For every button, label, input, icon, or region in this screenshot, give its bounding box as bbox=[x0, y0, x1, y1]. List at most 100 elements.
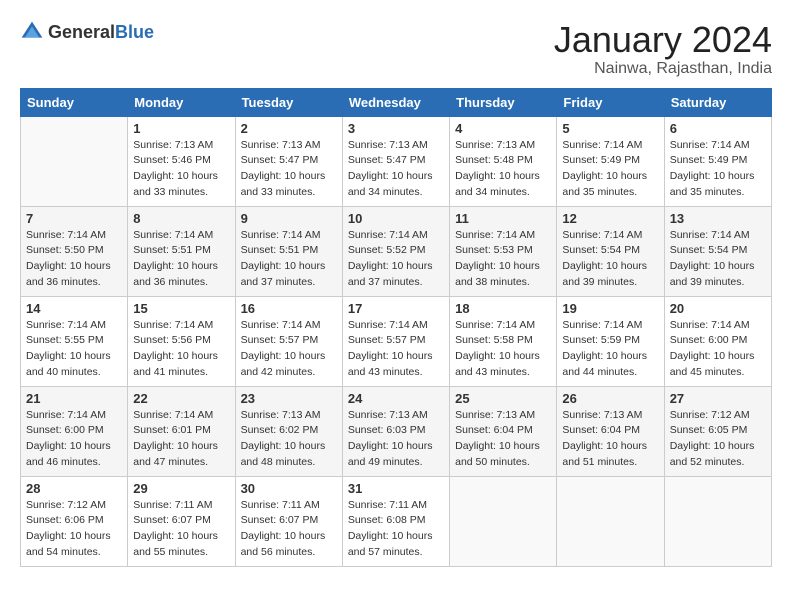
day-info: Sunrise: 7:14 AM Sunset: 5:54 PM Dayligh… bbox=[670, 228, 766, 291]
day-info: Sunrise: 7:14 AM Sunset: 5:49 PM Dayligh… bbox=[670, 138, 766, 201]
day-number: 7 bbox=[26, 211, 122, 226]
day-info: Sunrise: 7:14 AM Sunset: 5:52 PM Dayligh… bbox=[348, 228, 444, 291]
day-number: 28 bbox=[26, 481, 122, 496]
day-info: Sunrise: 7:14 AM Sunset: 5:57 PM Dayligh… bbox=[348, 318, 444, 381]
day-info: Sunrise: 7:14 AM Sunset: 5:59 PM Dayligh… bbox=[562, 318, 658, 381]
day-header-sunday: Sunday bbox=[21, 88, 128, 116]
calendar-cell: 17 Sunrise: 7:14 AM Sunset: 5:57 PM Dayli… bbox=[342, 296, 449, 386]
calendar-cell: 11Sunrise: 7:14 AM Sunset: 5:53 PM Dayli… bbox=[450, 206, 557, 296]
day-number: 22 bbox=[133, 391, 229, 406]
calendar-cell: 5 Sunrise: 7:14 AM Sunset: 5:49 PM Daylig… bbox=[557, 116, 664, 206]
day-info: Sunrise: 7:13 AM Sunset: 6:03 PM Dayligh… bbox=[348, 408, 444, 471]
day-info: Sunrise: 7:14 AM Sunset: 5:56 PM Dayligh… bbox=[133, 318, 229, 381]
day-number: 13 bbox=[670, 211, 766, 226]
day-info: Sunrise: 7:13 AM Sunset: 5:47 PM Dayligh… bbox=[241, 138, 337, 201]
day-number: 18 bbox=[455, 301, 551, 316]
day-number: 31 bbox=[348, 481, 444, 496]
day-number: 26 bbox=[562, 391, 658, 406]
day-info: Sunrise: 7:14 AM Sunset: 6:00 PM Dayligh… bbox=[670, 318, 766, 381]
calendar-cell: 7 Sunrise: 7:14 AM Sunset: 5:50 PM Daylig… bbox=[21, 206, 128, 296]
calendar-cell: 26 Sunrise: 7:13 AM Sunset: 6:04 PM Dayli… bbox=[557, 386, 664, 476]
calendar-cell: 18 Sunrise: 7:14 AM Sunset: 5:58 PM Dayli… bbox=[450, 296, 557, 386]
day-number: 12 bbox=[562, 211, 658, 226]
day-number: 5 bbox=[562, 121, 658, 136]
day-info: Sunrise: 7:11 AM Sunset: 6:07 PM Dayligh… bbox=[241, 498, 337, 561]
day-number: 16 bbox=[241, 301, 337, 316]
day-number: 9 bbox=[241, 211, 337, 226]
calendar-week-2: 7 Sunrise: 7:14 AM Sunset: 5:50 PM Daylig… bbox=[21, 206, 772, 296]
day-header-saturday: Saturday bbox=[664, 88, 771, 116]
calendar-cell: 19 Sunrise: 7:14 AM Sunset: 5:59 PM Dayli… bbox=[557, 296, 664, 386]
calendar-cell: 8 Sunrise: 7:14 AM Sunset: 5:51 PM Daylig… bbox=[128, 206, 235, 296]
calendar-cell: 25 Sunrise: 7:13 AM Sunset: 6:04 PM Dayli… bbox=[450, 386, 557, 476]
calendar-cell: 27Sunrise: 7:12 AM Sunset: 6:05 PM Dayli… bbox=[664, 386, 771, 476]
day-header-tuesday: Tuesday bbox=[235, 88, 342, 116]
calendar-header-row: SundayMondayTuesdayWednesdayThursdayFrid… bbox=[21, 88, 772, 116]
calendar-cell bbox=[557, 476, 664, 566]
calendar-cell: 21 Sunrise: 7:14 AM Sunset: 6:00 PM Dayli… bbox=[21, 386, 128, 476]
day-number: 15 bbox=[133, 301, 229, 316]
day-header-friday: Friday bbox=[557, 88, 664, 116]
calendar-cell: 20 Sunrise: 7:14 AM Sunset: 6:00 PM Dayli… bbox=[664, 296, 771, 386]
day-number: 21 bbox=[26, 391, 122, 406]
day-info: Sunrise: 7:12 AM Sunset: 6:06 PM Dayligh… bbox=[26, 498, 122, 561]
day-info: Sunrise: 7:13 AM Sunset: 5:46 PM Dayligh… bbox=[133, 138, 229, 201]
day-info: Sunrise: 7:13 AM Sunset: 6:04 PM Dayligh… bbox=[455, 408, 551, 471]
day-info: Sunrise: 7:14 AM Sunset: 6:00 PM Dayligh… bbox=[26, 408, 122, 471]
calendar-cell bbox=[664, 476, 771, 566]
month-title: January 2024 bbox=[554, 20, 772, 60]
day-number: 17 bbox=[348, 301, 444, 316]
day-number: 3 bbox=[348, 121, 444, 136]
calendar-cell: 12Sunrise: 7:14 AM Sunset: 5:54 PM Dayli… bbox=[557, 206, 664, 296]
calendar-cell: 29 Sunrise: 7:11 AM Sunset: 6:07 PM Dayli… bbox=[128, 476, 235, 566]
day-number: 1 bbox=[133, 121, 229, 136]
day-header-wednesday: Wednesday bbox=[342, 88, 449, 116]
day-number: 23 bbox=[241, 391, 337, 406]
day-number: 25 bbox=[455, 391, 551, 406]
day-number: 30 bbox=[241, 481, 337, 496]
day-info: Sunrise: 7:13 AM Sunset: 5:48 PM Dayligh… bbox=[455, 138, 551, 201]
calendar-cell: 31Sunrise: 7:11 AM Sunset: 6:08 PM Dayli… bbox=[342, 476, 449, 566]
calendar-cell: 6 Sunrise: 7:14 AM Sunset: 5:49 PM Daylig… bbox=[664, 116, 771, 206]
calendar-cell: 14 Sunrise: 7:14 AM Sunset: 5:55 PM Dayli… bbox=[21, 296, 128, 386]
day-info: Sunrise: 7:13 AM Sunset: 6:02 PM Dayligh… bbox=[241, 408, 337, 471]
page-header: GeneralBlue January 2024 Nainwa, Rajasth… bbox=[20, 20, 772, 78]
day-number: 29 bbox=[133, 481, 229, 496]
day-info: Sunrise: 7:14 AM Sunset: 5:51 PM Dayligh… bbox=[133, 228, 229, 291]
day-number: 20 bbox=[670, 301, 766, 316]
day-header-monday: Monday bbox=[128, 88, 235, 116]
logo-text-blue: Blue bbox=[115, 22, 154, 42]
day-info: Sunrise: 7:11 AM Sunset: 6:07 PM Dayligh… bbox=[133, 498, 229, 561]
day-header-thursday: Thursday bbox=[450, 88, 557, 116]
day-number: 14 bbox=[26, 301, 122, 316]
calendar-cell: 10 Sunrise: 7:14 AM Sunset: 5:52 PM Dayli… bbox=[342, 206, 449, 296]
day-info: Sunrise: 7:14 AM Sunset: 5:58 PM Dayligh… bbox=[455, 318, 551, 381]
day-info: Sunrise: 7:14 AM Sunset: 5:55 PM Dayligh… bbox=[26, 318, 122, 381]
day-number: 10 bbox=[348, 211, 444, 226]
day-number: 8 bbox=[133, 211, 229, 226]
day-info: Sunrise: 7:14 AM Sunset: 5:53 PM Dayligh… bbox=[455, 228, 551, 291]
calendar-cell: 30 Sunrise: 7:11 AM Sunset: 6:07 PM Dayli… bbox=[235, 476, 342, 566]
day-info: Sunrise: 7:14 AM Sunset: 5:51 PM Dayligh… bbox=[241, 228, 337, 291]
day-number: 6 bbox=[670, 121, 766, 136]
calendar-table: SundayMondayTuesdayWednesdayThursdayFrid… bbox=[20, 88, 772, 567]
calendar-cell: 13 Sunrise: 7:14 AM Sunset: 5:54 PM Dayli… bbox=[664, 206, 771, 296]
location-title: Nainwa, Rajasthan, India bbox=[554, 60, 772, 78]
day-info: Sunrise: 7:13 AM Sunset: 6:04 PM Dayligh… bbox=[562, 408, 658, 471]
calendar-week-1: 1 Sunrise: 7:13 AM Sunset: 5:46 PM Daylig… bbox=[21, 116, 772, 206]
calendar-cell: 4Sunrise: 7:13 AM Sunset: 5:48 PM Daylig… bbox=[450, 116, 557, 206]
day-info: Sunrise: 7:14 AM Sunset: 5:57 PM Dayligh… bbox=[241, 318, 337, 381]
calendar-week-3: 14 Sunrise: 7:14 AM Sunset: 5:55 PM Dayli… bbox=[21, 296, 772, 386]
calendar-cell: 9 Sunrise: 7:14 AM Sunset: 5:51 PM Daylig… bbox=[235, 206, 342, 296]
calendar-week-5: 28 Sunrise: 7:12 AM Sunset: 6:06 PM Dayli… bbox=[21, 476, 772, 566]
calendar-cell: 23 Sunrise: 7:13 AM Sunset: 6:02 PM Dayli… bbox=[235, 386, 342, 476]
calendar-cell: 22Sunrise: 7:14 AM Sunset: 6:01 PM Dayli… bbox=[128, 386, 235, 476]
day-number: 24 bbox=[348, 391, 444, 406]
day-info: Sunrise: 7:14 AM Sunset: 5:50 PM Dayligh… bbox=[26, 228, 122, 291]
calendar-cell: 1 Sunrise: 7:13 AM Sunset: 5:46 PM Daylig… bbox=[128, 116, 235, 206]
day-info: Sunrise: 7:14 AM Sunset: 5:49 PM Dayligh… bbox=[562, 138, 658, 201]
day-number: 19 bbox=[562, 301, 658, 316]
day-info: Sunrise: 7:12 AM Sunset: 6:05 PM Dayligh… bbox=[670, 408, 766, 471]
calendar-week-4: 21 Sunrise: 7:14 AM Sunset: 6:00 PM Dayli… bbox=[21, 386, 772, 476]
title-block: January 2024 Nainwa, Rajasthan, India bbox=[554, 20, 772, 78]
